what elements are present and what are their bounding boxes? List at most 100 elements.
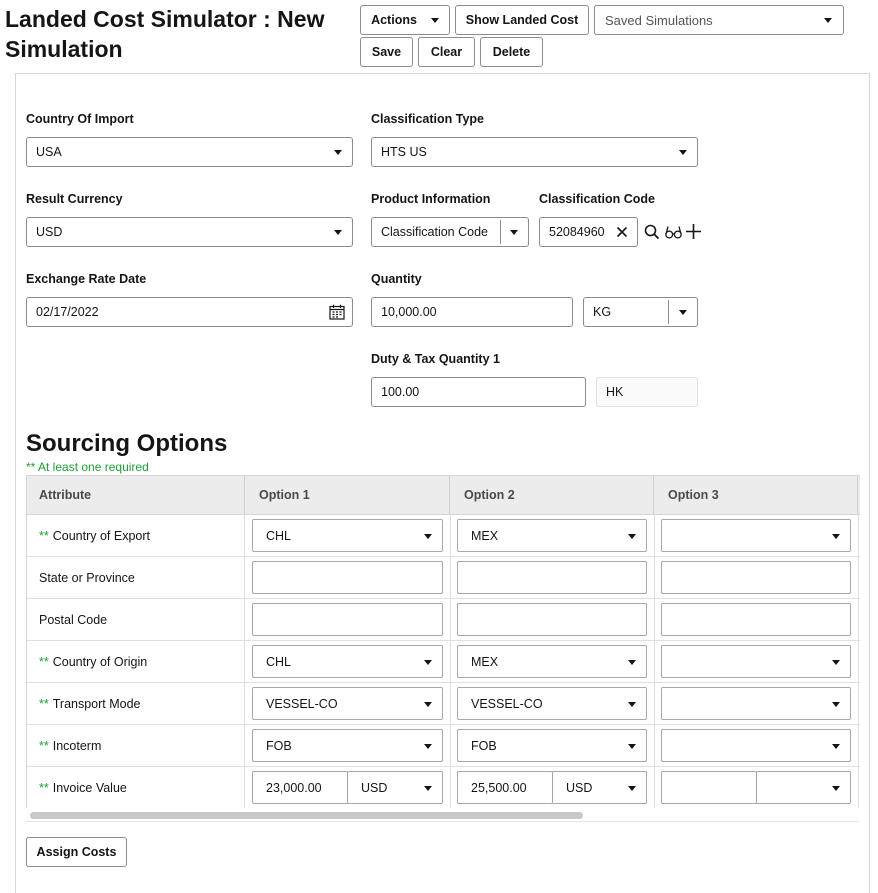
saved-simulations-placeholder: Saved Simulations — [605, 12, 713, 28]
classification-type-select[interactable]: HTS US — [371, 137, 698, 167]
exchange-rate-date-input[interactable]: 02/17/2022 — [26, 297, 353, 327]
option-2-state-or-province-input[interactable] — [457, 561, 647, 594]
option-2-country-of-export-select-value: MEX — [471, 528, 499, 543]
option-2-currency-select[interactable]: USD — [552, 771, 647, 804]
caret-down-icon — [334, 150, 342, 155]
assign-costs-button[interactable]: Assign Costs — [26, 837, 127, 867]
clear-button[interactable]: Clear — [418, 37, 475, 67]
option-3-state-or-province-input[interactable] — [661, 561, 851, 594]
result-currency-value: USD — [36, 225, 63, 239]
caret-down-icon — [424, 744, 432, 749]
duty-tax-unit-field: HK — [596, 377, 698, 407]
column-divider — [450, 725, 451, 766]
option-1-state-or-province-input[interactable] — [252, 561, 443, 594]
attribute-cell: ** Transport Mode — [27, 683, 245, 724]
country-of-import-label: Country Of Import — [26, 112, 134, 126]
option-1-incoterm-select[interactable]: FOB — [252, 729, 443, 762]
caret-down-icon — [510, 230, 518, 235]
result-currency-label: Result Currency — [26, 192, 123, 206]
column-divider — [654, 599, 655, 640]
classification-type-value: HTS US — [381, 145, 427, 159]
option-2-amount-input[interactable]: 25,500.00 — [457, 771, 553, 804]
caret-down-icon — [430, 17, 439, 23]
option-2-country-of-origin-select[interactable]: MEX — [457, 645, 647, 678]
attribute-label: Country of Export — [52, 528, 150, 543]
attribute-label: Invoice Value — [52, 780, 127, 795]
horizontal-scrollbar[interactable] — [26, 808, 859, 822]
required-note: ** At least one required — [26, 460, 149, 474]
actions-button-label: Actions — [371, 13, 417, 27]
table-row: ** Country of Export CHL MEX — [27, 515, 860, 557]
column-divider — [450, 767, 451, 808]
table-row: Postal Code — [27, 599, 860, 641]
option-2-postal-code-input[interactable] — [457, 603, 647, 636]
caret-down-icon — [424, 660, 432, 665]
option-2-transport-mode-select[interactable]: VESSEL-CO — [457, 687, 647, 720]
caret-down-icon — [334, 230, 342, 235]
column-header-attribute: Attribute — [27, 476, 245, 514]
classification-code-input[interactable]: 5208496090 — [539, 217, 638, 247]
option-1-country-of-export-select-value: CHL — [266, 528, 292, 543]
column-divider — [654, 683, 655, 724]
delete-button[interactable]: Delete — [480, 37, 543, 67]
column-divider — [450, 599, 451, 640]
attribute-label: Transport Mode — [52, 696, 141, 711]
caret-down-icon — [832, 786, 840, 791]
option-2-country-of-origin-select-value: MEX — [471, 654, 499, 669]
option-3-currency-select[interactable] — [756, 771, 851, 804]
option-1-transport-mode-select-value: VESSEL-CO — [266, 696, 338, 711]
country-of-import-select[interactable]: USA — [26, 137, 353, 167]
column-divider — [654, 515, 655, 556]
column-divider — [858, 767, 859, 808]
product-information-value: Classification Code — [381, 225, 488, 239]
required-marker: ** — [39, 738, 49, 753]
option-3-country-of-export-select[interactable] — [661, 519, 851, 552]
option-1-country-of-export-select[interactable]: CHL — [252, 519, 443, 552]
saved-simulations-select[interactable]: Saved Simulations — [594, 5, 844, 35]
country-of-import-value: USA — [36, 145, 62, 159]
caret-down-icon — [628, 786, 636, 791]
product-information-select[interactable]: Classification Code — [371, 217, 529, 247]
option-3-country-of-origin-select[interactable] — [661, 645, 851, 678]
column-header-option-1: Option 1 — [245, 476, 450, 514]
option-3-incoterm-select[interactable] — [661, 729, 851, 762]
table-row: ** Incoterm FOB FOB — [27, 725, 860, 767]
attribute-cell: ** Invoice Value — [27, 767, 245, 808]
caret-down-icon — [628, 660, 636, 665]
table-row: ** Transport Mode VESSEL-CO VESSEL-CO — [27, 683, 860, 725]
exchange-rate-date-label: Exchange Rate Date — [26, 272, 147, 286]
option-3-transport-mode-select[interactable] — [661, 687, 851, 720]
plus-icon[interactable] — [685, 223, 702, 240]
save-button[interactable]: Save — [360, 37, 413, 67]
quantity-input[interactable]: 10,000.00 — [371, 297, 573, 327]
option-3-amount-input[interactable] — [661, 771, 757, 804]
show-landed-cost-button[interactable]: Show Landed Cost — [455, 5, 589, 35]
option-2-country-of-export-select[interactable]: MEX — [457, 519, 647, 552]
actions-menu-button[interactable]: Actions — [360, 5, 450, 35]
quantity-unit-select[interactable]: KG — [583, 297, 698, 327]
calendar-icon[interactable] — [329, 304, 345, 320]
option-1-transport-mode-select[interactable]: VESSEL-CO — [252, 687, 443, 720]
column-divider — [858, 725, 859, 766]
required-marker: ** — [39, 528, 49, 543]
option-1-currency-select[interactable]: USD — [347, 771, 443, 804]
option-1-postal-code-input[interactable] — [252, 603, 443, 636]
binoculars-icon[interactable] — [665, 224, 682, 240]
search-icon[interactable] — [644, 224, 660, 240]
scrollbar-thumb[interactable] — [30, 812, 583, 819]
close-icon[interactable] — [616, 226, 628, 238]
option-2-incoterm-select[interactable]: FOB — [457, 729, 647, 762]
caret-down-icon — [679, 310, 687, 315]
duty-tax-quantity-input[interactable]: 100.00 — [371, 377, 586, 407]
option-3-postal-code-input[interactable] — [661, 603, 851, 636]
option-1-country-of-origin-select-value: CHL — [266, 654, 292, 669]
option-1-amount-input[interactable]: 23,000.00 — [252, 771, 348, 804]
caret-down-icon — [679, 150, 687, 155]
column-divider — [654, 725, 655, 766]
option-1-country-of-origin-select[interactable]: CHL — [252, 645, 443, 678]
result-currency-select[interactable]: USD — [26, 217, 353, 247]
product-information-label: Product Information — [371, 192, 491, 206]
caret-down-icon — [424, 786, 432, 791]
required-marker: ** — [39, 696, 49, 711]
sourcing-options-table: Attribute Option 1 Option 2 Option 3 ** C… — [26, 475, 860, 808]
